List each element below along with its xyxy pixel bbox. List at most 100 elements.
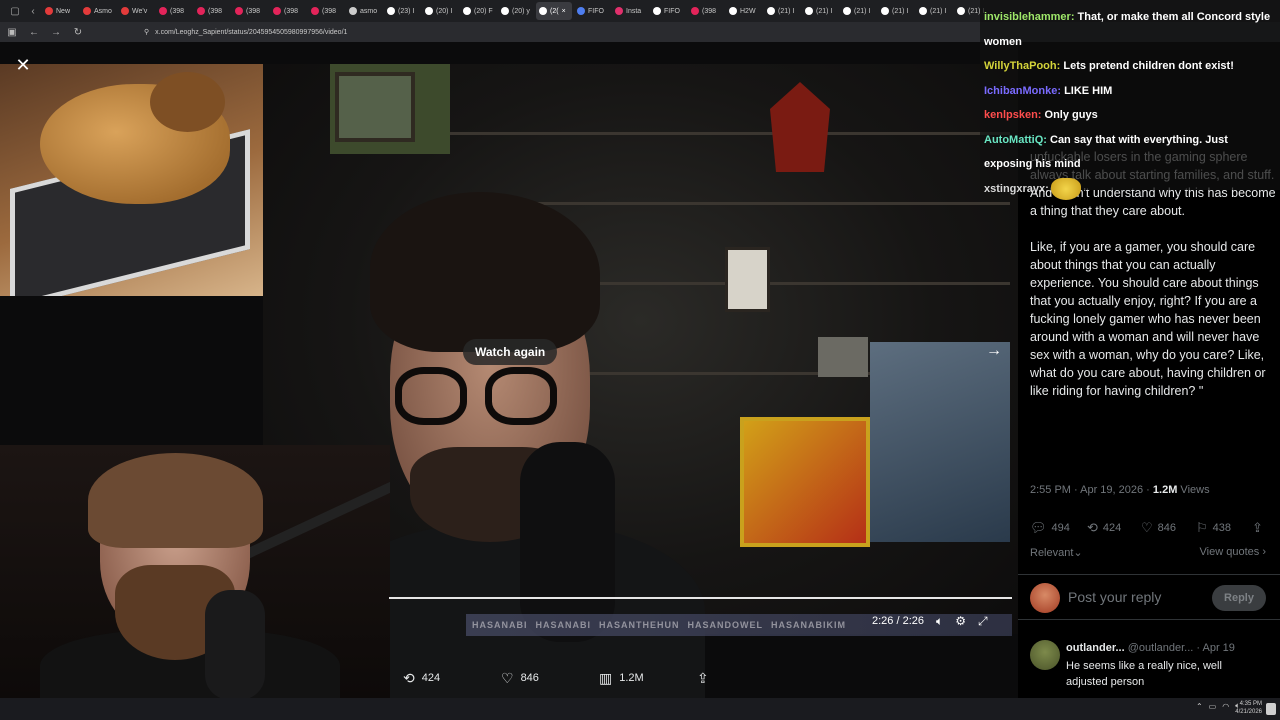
reply-icon: 💬︎ <box>1030 520 1047 535</box>
like-action[interactable]: ♡ 846 <box>1141 520 1176 536</box>
tab-favicon-icon <box>235 7 243 15</box>
chat-username[interactable]: IchibanMonke: <box>984 85 1061 97</box>
chevron-down-icon: ⌄ <box>1073 547 1083 559</box>
list-item[interactable]: outlander... @outlander... · Apr 19 He s… <box>1018 632 1280 698</box>
watch-again-button[interactable]: Watch again <box>463 339 558 365</box>
video-player[interactable]: ✕ Watch again → HASANABI HASANABI HASANTHE… <box>0 42 1018 698</box>
view-quotes-link[interactable]: View quotes › <box>1200 546 1266 558</box>
tab-favicon-icon <box>539 7 547 15</box>
browser-tab[interactable]: New <box>42 2 78 20</box>
fullscreen-icon[interactable]: ⤢ <box>978 614 988 629</box>
forward-icon[interactable]: → <box>50 27 62 38</box>
browser-tab[interactable]: FIFO <box>574 2 610 20</box>
background-frame <box>818 337 868 377</box>
volume-icon[interactable]: 🔈︎ <box>936 614 943 629</box>
browser-tab[interactable]: Insta <box>612 2 648 20</box>
chat-text: LIKE HIM <box>1061 84 1113 97</box>
clock-date: 4/21/2026 <box>1235 709 1262 715</box>
like-count: 846 <box>520 672 539 684</box>
repost-action[interactable]: ⟲ 424 <box>1087 520 1121 536</box>
browser-tab[interactable]: asmo <box>346 2 382 20</box>
browser-tab[interactable]: (398 <box>688 2 724 20</box>
avatar[interactable] <box>1030 640 1060 670</box>
browser-tab[interactable]: (398 <box>194 2 230 20</box>
tab-actions-icon[interactable]: ▢ <box>6 2 24 20</box>
reply-action[interactable]: 💬︎ 494 <box>1030 520 1070 536</box>
share-icon: ⇪ <box>697 669 709 686</box>
tab-favicon-icon <box>653 7 661 15</box>
browser-tab[interactable]: (20) y <box>498 2 534 20</box>
browser-tab[interactable]: FIFO <box>650 2 686 20</box>
tab-label: (21) I <box>892 7 909 15</box>
views-button[interactable]: ▥ 1.2M <box>599 670 644 687</box>
tab-label: FIFO <box>664 7 680 15</box>
tab-favicon-icon <box>425 7 433 15</box>
browser-tab[interactable]: (20) F <box>460 2 496 20</box>
progress-bar[interactable] <box>389 597 1012 599</box>
network-icon[interactable]: ▭ <box>1209 702 1217 711</box>
browser-tab[interactable]: (398 <box>308 2 344 20</box>
browser-tab[interactable]: We'v <box>118 2 154 20</box>
browser-tab[interactable]: (21) I <box>840 2 876 20</box>
reply-input[interactable]: Post your reply <box>1068 589 1161 605</box>
browser-tab[interactable]: (23) I <box>384 2 420 20</box>
ticker-item: HASANABI <box>472 620 528 630</box>
browser-tab[interactable]: H2W <box>726 2 762 20</box>
browser-tab[interactable]: (398 <box>270 2 306 20</box>
repost-button[interactable]: ⟲ 424 <box>403 670 440 687</box>
chat-username[interactable]: kenlpsken: <box>984 109 1041 121</box>
tab-favicon-icon <box>83 7 91 15</box>
browser-tab[interactable]: (21) I <box>802 2 838 20</box>
sort-dropdown[interactable]: Relevant⌄ <box>1030 546 1083 559</box>
chat-message: xstingxrayx: <box>984 177 1276 202</box>
comment-author[interactable]: outlander... <box>1066 642 1125 654</box>
glasses-lens <box>395 367 467 425</box>
wifi-icon[interactable]: ◠ <box>1222 702 1229 711</box>
like-button[interactable]: ♡ 846 <box>501 670 539 687</box>
reply-button[interactable]: Reply <box>1212 585 1266 611</box>
site-info-icon[interactable]: ⚲ <box>144 28 149 36</box>
chat-username[interactable]: xstingxrayx: <box>984 183 1049 195</box>
browser-tab[interactable]: (398 <box>156 2 192 20</box>
clock-time: 4:35 PM <box>1239 701 1262 707</box>
chat-message: invisiblehammer: That, or make them all … <box>984 5 1276 54</box>
close-icon[interactable]: ✕ <box>12 54 34 76</box>
avatar[interactable] <box>1030 583 1060 613</box>
browser-tab[interactable]: (398 <box>232 2 268 20</box>
chat-username[interactable]: invisiblehammer: <box>984 11 1074 23</box>
url-field[interactable]: ⚲ x.com/Leoghz_Sapient/status/2045954505… <box>144 28 347 37</box>
browser-tab[interactable]: (20) I <box>422 2 458 20</box>
tab-label: (20) F <box>474 7 493 15</box>
chat-username[interactable]: WillyThaPooh: <box>984 60 1060 72</box>
tab-back-icon[interactable]: ‹ <box>24 2 42 20</box>
tweet-timestamp[interactable]: 2:55 PM · Apr 19, 2026 · <box>1030 484 1153 496</box>
share-icon: ⇪ <box>1252 520 1263 535</box>
sidebar-toggle-icon[interactable]: ▣ <box>6 27 18 38</box>
chat-username[interactable]: AutoMattiQ: <box>984 134 1047 146</box>
chevron-up-icon[interactable]: ⌃ <box>1196 702 1203 711</box>
browser-tab[interactable]: Asmo <box>80 2 116 20</box>
ticker-item: HASANABI <box>535 620 592 630</box>
settings-gear-icon[interactable]: ⚙ <box>955 614 966 628</box>
tab-label: FIFO <box>588 7 604 15</box>
reload-icon[interactable]: ↻ <box>72 27 84 38</box>
browser-tab[interactable]: (21) I <box>916 2 952 20</box>
dog-head <box>150 72 225 132</box>
views-count: 1.2M <box>619 672 644 684</box>
share-action[interactable]: ⇪ <box>1252 520 1263 536</box>
tab-label: (21) I <box>816 7 833 15</box>
notification-icon[interactable] <box>1266 703 1276 715</box>
next-arrow-icon[interactable]: → <box>982 342 1006 362</box>
back-icon[interactable]: ← <box>28 27 40 38</box>
tab-label: (21) I <box>854 7 871 15</box>
browser-tab[interactable]: (21) I <box>764 2 800 20</box>
clock[interactable]: 4:35 PM 4/21/2026 <box>1235 700 1262 716</box>
bookmark-action[interactable]: ⚐ 438 <box>1196 520 1231 536</box>
chat-text: Only guys <box>1041 109 1098 121</box>
tweet-views-label: Views <box>1177 484 1210 496</box>
browser-tab[interactable]: (21) I <box>878 2 914 20</box>
comment-header: outlander... @outlander... · Apr 19 <box>1066 642 1235 654</box>
share-button[interactable]: ⇪ <box>697 670 709 687</box>
tab-close-icon[interactable]: × <box>562 8 566 15</box>
browser-tab[interactable]: (2(× <box>536 2 572 20</box>
